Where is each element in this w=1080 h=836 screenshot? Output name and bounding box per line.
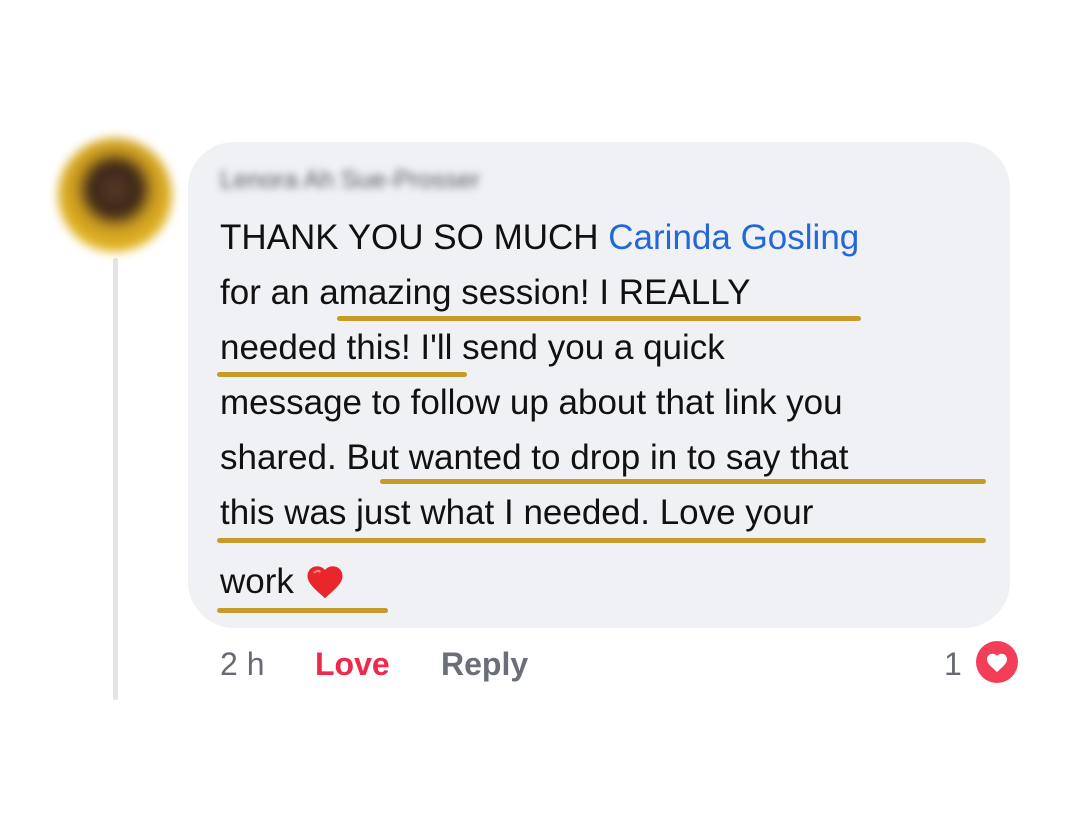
comment-line-7: work <box>220 561 346 603</box>
comment-text: THANK YOU SO MUCH <box>220 218 609 257</box>
comment-line-6: this was just what I needed. Love your <box>220 493 814 532</box>
heart-emoji-icon <box>304 561 346 603</box>
comment-line-3: needed this! I'll send you a quick <box>220 328 725 367</box>
underline-mark <box>380 479 986 484</box>
comment-line-2: for an amazing session! I REALLY <box>220 273 751 312</box>
comment-author[interactable]: Lenora Ah Sue-Prosser <box>220 166 480 195</box>
thread-line <box>113 258 118 700</box>
underline-mark <box>217 372 467 377</box>
comment-text: work <box>220 562 294 601</box>
reaction-count[interactable]: 1 <box>944 646 962 683</box>
underline-mark <box>337 316 861 321</box>
heart-icon[interactable] <box>974 639 1020 685</box>
comment-line-4: message to follow up about that link you <box>220 383 843 422</box>
love-button[interactable]: Love <box>315 646 390 683</box>
reply-button[interactable]: Reply <box>441 646 528 683</box>
avatar[interactable] <box>58 138 172 252</box>
comment-timestamp[interactable]: 2 h <box>220 646 264 683</box>
comment-line-5: shared. But wanted to drop in to say tha… <box>220 438 849 477</box>
underline-mark <box>217 608 388 613</box>
underline-mark <box>217 538 986 543</box>
mention-link[interactable]: Carinda Gosling <box>608 218 859 257</box>
comment-line-1: THANK YOU SO MUCH Carinda Gosling <box>220 218 859 258</box>
